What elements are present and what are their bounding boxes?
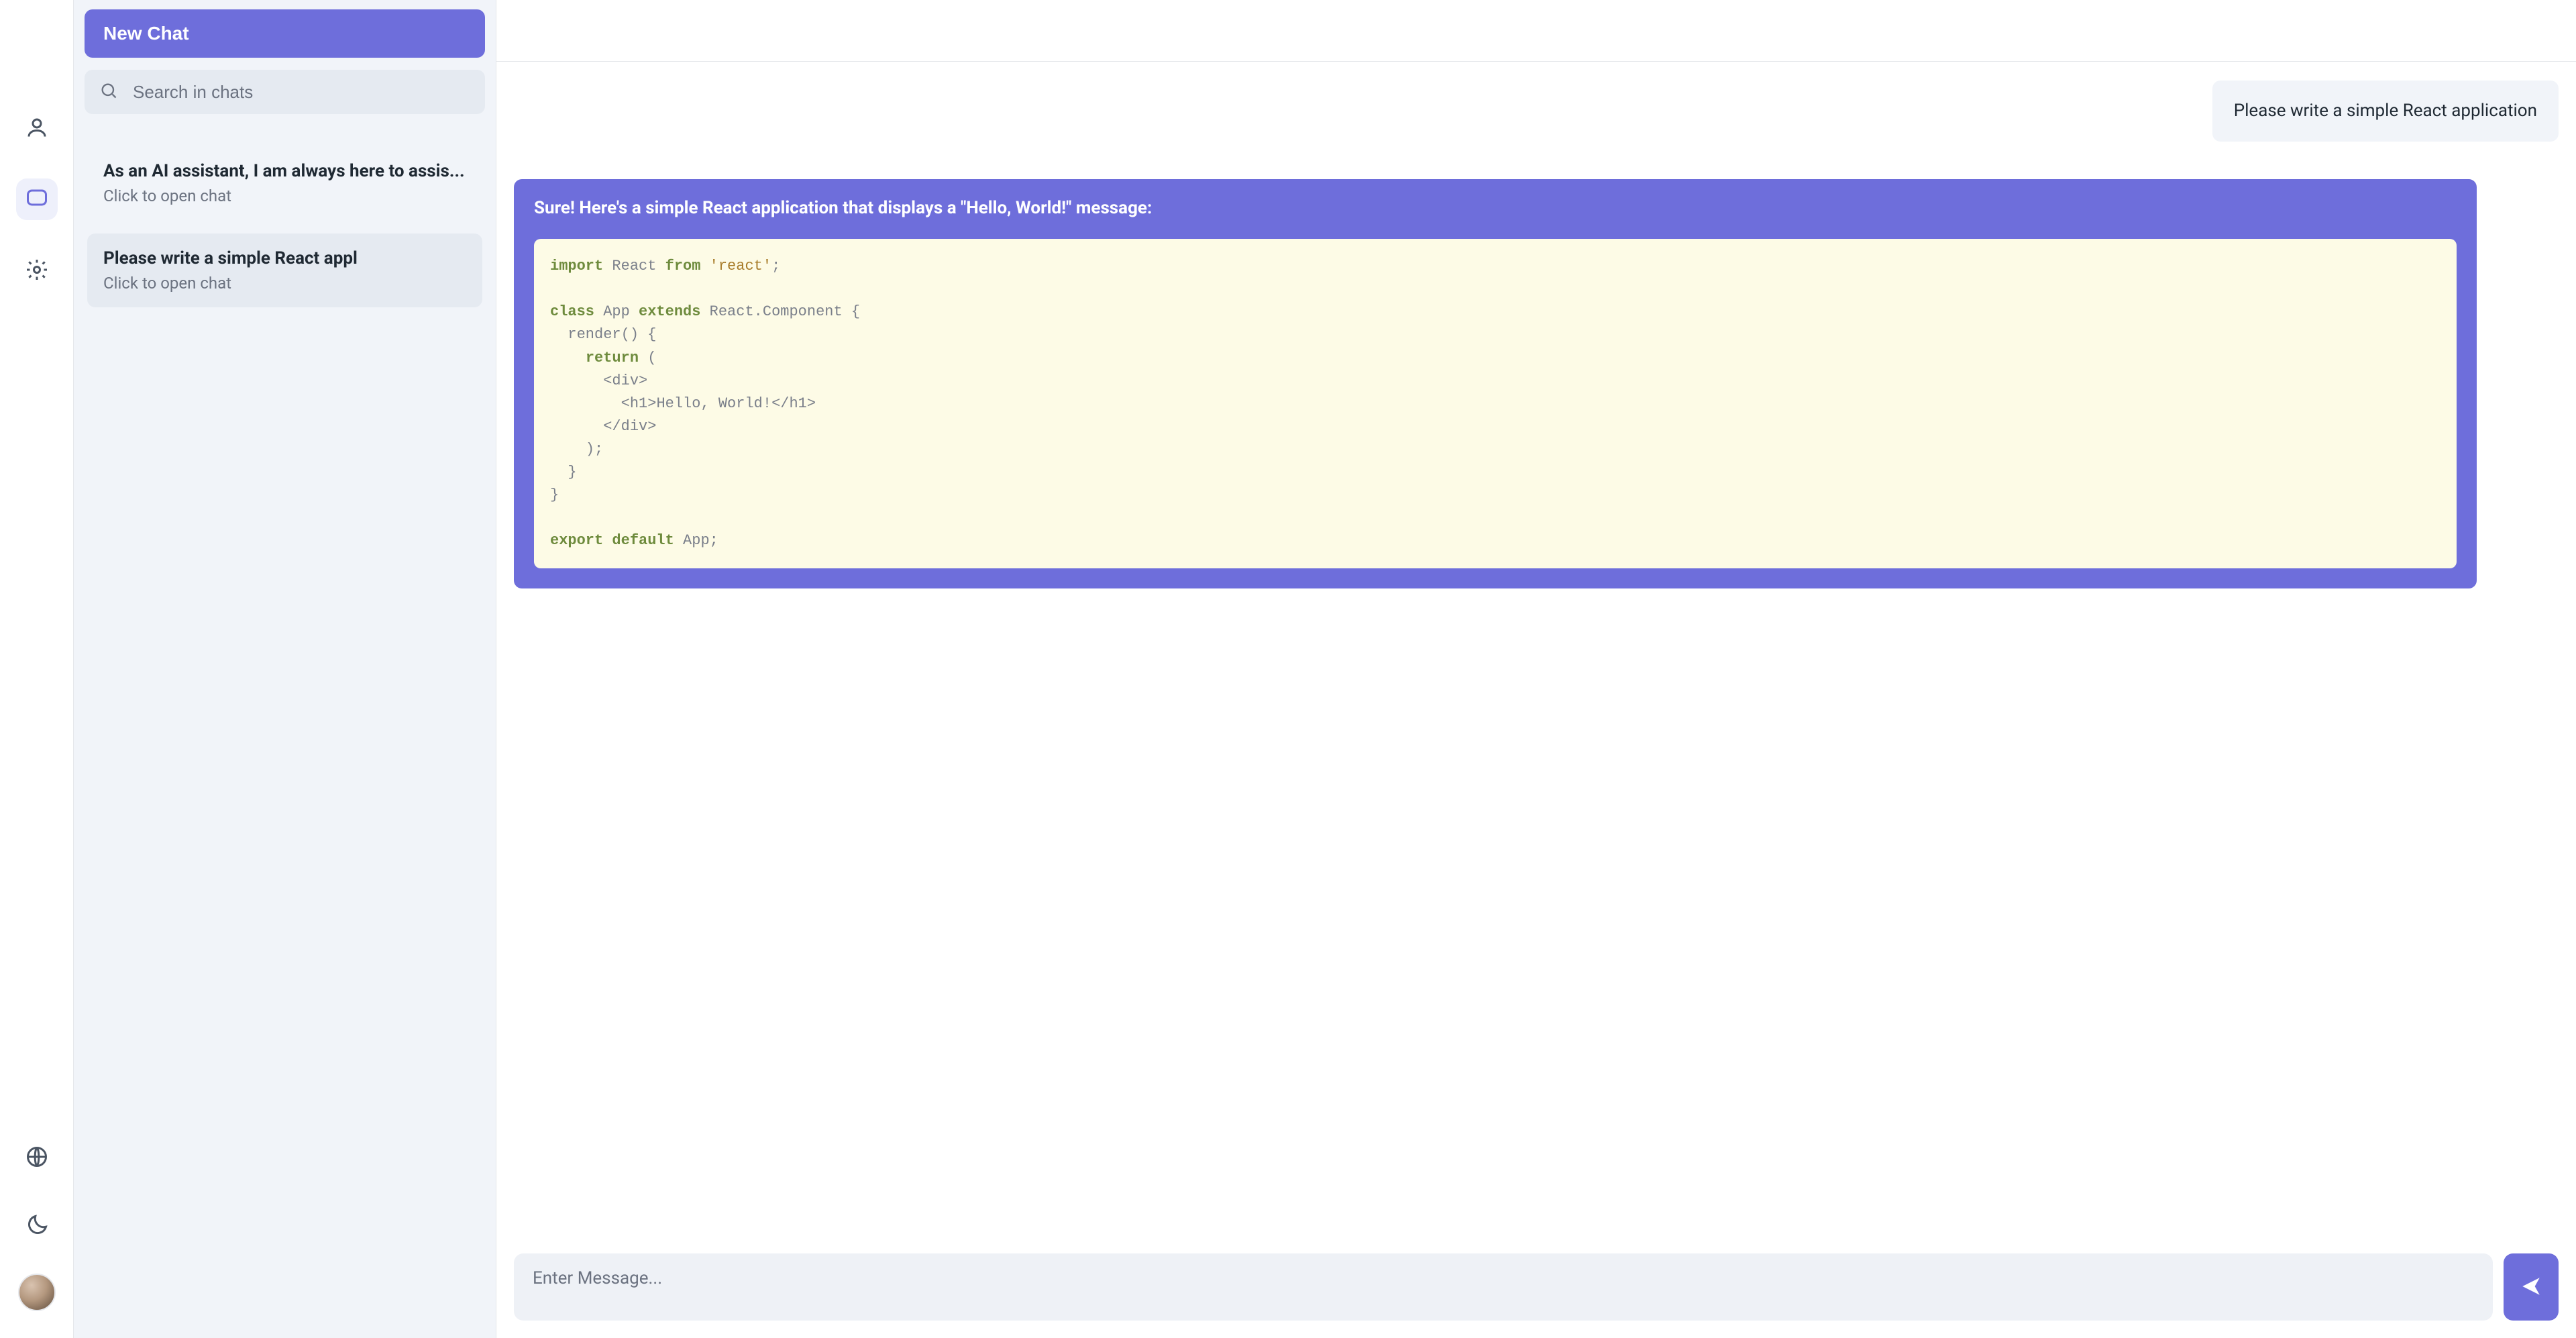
chat-item-subtitle: Click to open chat — [103, 274, 466, 293]
user-avatar[interactable] — [18, 1274, 56, 1311]
rail-item-chat[interactable] — [16, 178, 58, 220]
rail-item-profile[interactable] — [16, 107, 58, 149]
chat-item-title: As an AI assistant, I am always here to … — [103, 161, 466, 181]
profile-icon — [25, 115, 49, 142]
assistant-intro-text: Sure! Here's a simple React application … — [534, 197, 2457, 220]
conversation-topbar — [496, 0, 2576, 62]
rail-bottom-group — [16, 1137, 58, 1311]
message-scroll[interactable]: Please write a simple React application … — [496, 62, 2576, 1241]
moon-icon — [25, 1213, 49, 1239]
app-root: New Chat As an AI assistant, I am always… — [0, 0, 2576, 1338]
message-row-assistant: Sure! Here's a simple React application … — [514, 179, 2559, 588]
gear-icon — [25, 258, 49, 284]
chat-item-subtitle: Click to open chat — [103, 187, 466, 205]
assistant-message-bubble: Sure! Here's a simple React application … — [514, 179, 2477, 588]
rail-item-settings[interactable] — [16, 250, 58, 291]
user-message-bubble: Please write a simple React application — [2212, 81, 2559, 142]
rail-top-group — [16, 107, 58, 291]
message-row-user: Please write a simple React application — [514, 81, 2559, 142]
chat-list-item[interactable]: As an AI assistant, I am always here to … — [87, 146, 482, 220]
globe-icon — [25, 1145, 49, 1171]
search-input[interactable] — [133, 82, 470, 103]
chat-sidebar: New Chat As an AI assistant, I am always… — [74, 0, 496, 1338]
chat-bubble-icon — [25, 187, 49, 213]
nav-rail — [0, 0, 74, 1338]
send-icon — [2520, 1275, 2542, 1300]
rail-item-dark-mode[interactable] — [16, 1205, 58, 1247]
chat-list-item[interactable]: Please write a simple React appl Click to… — [87, 234, 482, 307]
conversation-panel: Please write a simple React application … — [496, 0, 2576, 1338]
chat-list: As an AI assistant, I am always here to … — [85, 146, 485, 307]
composer — [496, 1241, 2576, 1338]
search-wrapper[interactable] — [85, 70, 485, 114]
rail-item-language[interactable] — [16, 1137, 58, 1178]
message-input[interactable] — [514, 1253, 2493, 1321]
search-icon — [99, 81, 133, 103]
send-button[interactable] — [2504, 1253, 2559, 1321]
code-block: import React from 'react'; class App ext… — [534, 239, 2457, 568]
chat-item-title: Please write a simple React appl — [103, 248, 466, 268]
new-chat-button[interactable]: New Chat — [85, 9, 485, 58]
